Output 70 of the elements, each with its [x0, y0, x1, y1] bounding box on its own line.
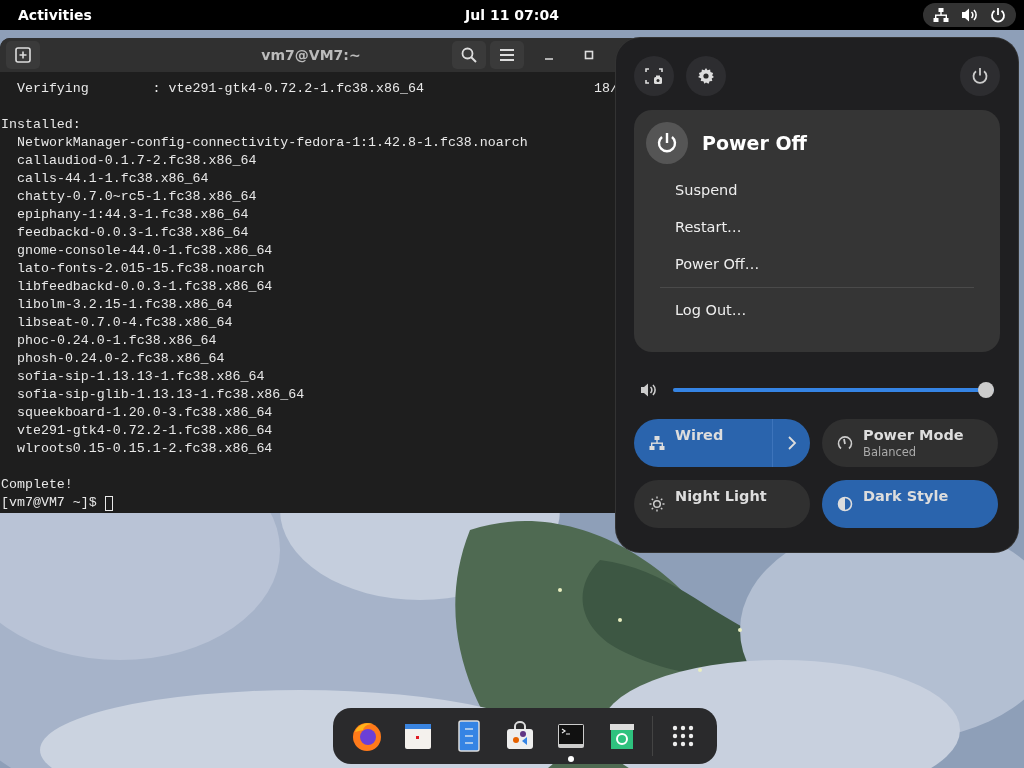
toggle-button[interactable]: Wired [634, 419, 772, 467]
menu-item[interactable]: Power Off… [646, 246, 988, 283]
app-grid-icon [671, 724, 695, 748]
terminal-line: sofia-sip-glib-1.13.13-1.fc38.x86_64 [17, 386, 305, 404]
network-icon [649, 435, 665, 451]
screenshot-icon [645, 67, 663, 85]
text-cursor [104, 496, 113, 511]
activities-button[interactable]: Activities [0, 7, 110, 23]
terminal-line: Verifying : vte291-gtk4-0.72.2-1.fc38.x86_64 [15, 80, 424, 98]
menu-icon [498, 46, 516, 64]
terminal-line: feedbackd-0.0.3-1.fc38.x86_64 [17, 224, 249, 242]
terminal-line: calls-44.1-1.fc38.x86_64 [17, 170, 209, 188]
terminal-line: libolm-3.2.15-1.fc38.x86_64 [17, 296, 233, 314]
terminal-line: Complete! [1, 476, 73, 494]
settings-button[interactable] [686, 56, 726, 96]
window-title: vm7@VM7:~ [260, 47, 362, 63]
power-icon [646, 122, 688, 164]
shell-prompt: [vm7@VM7 ~]$ [1, 494, 98, 512]
fox-globe-icon [351, 720, 383, 752]
terminal-line: lato-fonts-2.015-15.fc38.noarch [17, 260, 265, 278]
terminal-line: vte291-gtk4-0.72.2-1.fc38.x86_64 [17, 422, 273, 440]
toggle-button[interactable]: Dark Style [822, 480, 998, 528]
running-indicator [568, 756, 574, 762]
terminal-line: Installed: [1, 116, 81, 134]
terminal-line: phoc-0.24.0-1.fc38.x86_64 [17, 332, 217, 350]
terminal-line: squeekboard-1.20.0-3.fc38.x86_64 [17, 404, 273, 422]
terminal-line: phosh-0.24.0-2.fc38.x86_64 [17, 350, 225, 368]
terminal-line: gnome-console-44.0-1.fc38.x86_64 [17, 242, 273, 260]
trash-icon [607, 721, 637, 751]
menu-item[interactable]: Suspend [646, 172, 988, 209]
terminal-line: sofia-sip-1.13.13-1.fc38.x86_64 [17, 368, 265, 386]
terminal-line: NetworkManager-config-connectivity-fedora-1:1.42.8-1.fc38.noarch [17, 134, 528, 152]
add-icon [14, 46, 32, 64]
calendar-icon [403, 721, 433, 751]
power-icon [971, 67, 989, 85]
settings-icon [697, 67, 715, 85]
terminal-line: libseat-0.7.0-4.fc38.x86_64 [17, 314, 233, 332]
volume-icon [640, 382, 657, 398]
gauge-icon [837, 435, 853, 451]
maximize-icon [584, 50, 594, 60]
chevron-right-icon [786, 435, 797, 451]
toggle-subtitle: Balanced [863, 444, 918, 461]
shopping-bag-icon [505, 721, 535, 751]
search-button[interactable] [452, 41, 486, 69]
toggle-button[interactable]: Night Light [634, 480, 810, 528]
sun-icon [649, 496, 665, 512]
toggle-button[interactable]: Power Mode Balanced [822, 419, 998, 467]
terminal-line: wlroots0.15-0.15.1-2.fc38.x86_64 [17, 440, 273, 458]
terminal-icon [556, 721, 586, 751]
terminal-line: callaudiod-0.1.7-2.fc38.x86_64 [17, 152, 257, 170]
minimize-icon [545, 58, 553, 60]
network-icon [933, 7, 949, 23]
menu-title: Power Off [702, 132, 807, 154]
menu-item[interactable]: Log Out… [646, 292, 988, 329]
volume-slider[interactable] [673, 382, 994, 398]
system-menu-button[interactable] [923, 3, 1016, 27]
clock[interactable]: Jul 11 07:04 [465, 7, 559, 23]
terminal-line: libfeedbackd-0.0.3-1.fc38.x86_64 [17, 278, 273, 296]
menu-item[interactable]: Restart… [646, 209, 988, 246]
new-tab-button[interactable] [6, 41, 40, 69]
contrast-icon [837, 496, 853, 512]
screenshot-button[interactable] [634, 56, 674, 96]
search-icon [460, 46, 478, 64]
volume-icon [961, 7, 978, 23]
power-icon [990, 7, 1006, 23]
slider-thumb[interactable] [978, 382, 994, 398]
menu-button[interactable] [490, 41, 524, 69]
power-button[interactable] [960, 56, 1000, 96]
terminal-line: chatty-0.7.0~rc5-1.fc38.x86_64 [17, 188, 257, 206]
terminal-line: epiphany-1:44.3-1.fc38.x86_64 [17, 206, 249, 224]
